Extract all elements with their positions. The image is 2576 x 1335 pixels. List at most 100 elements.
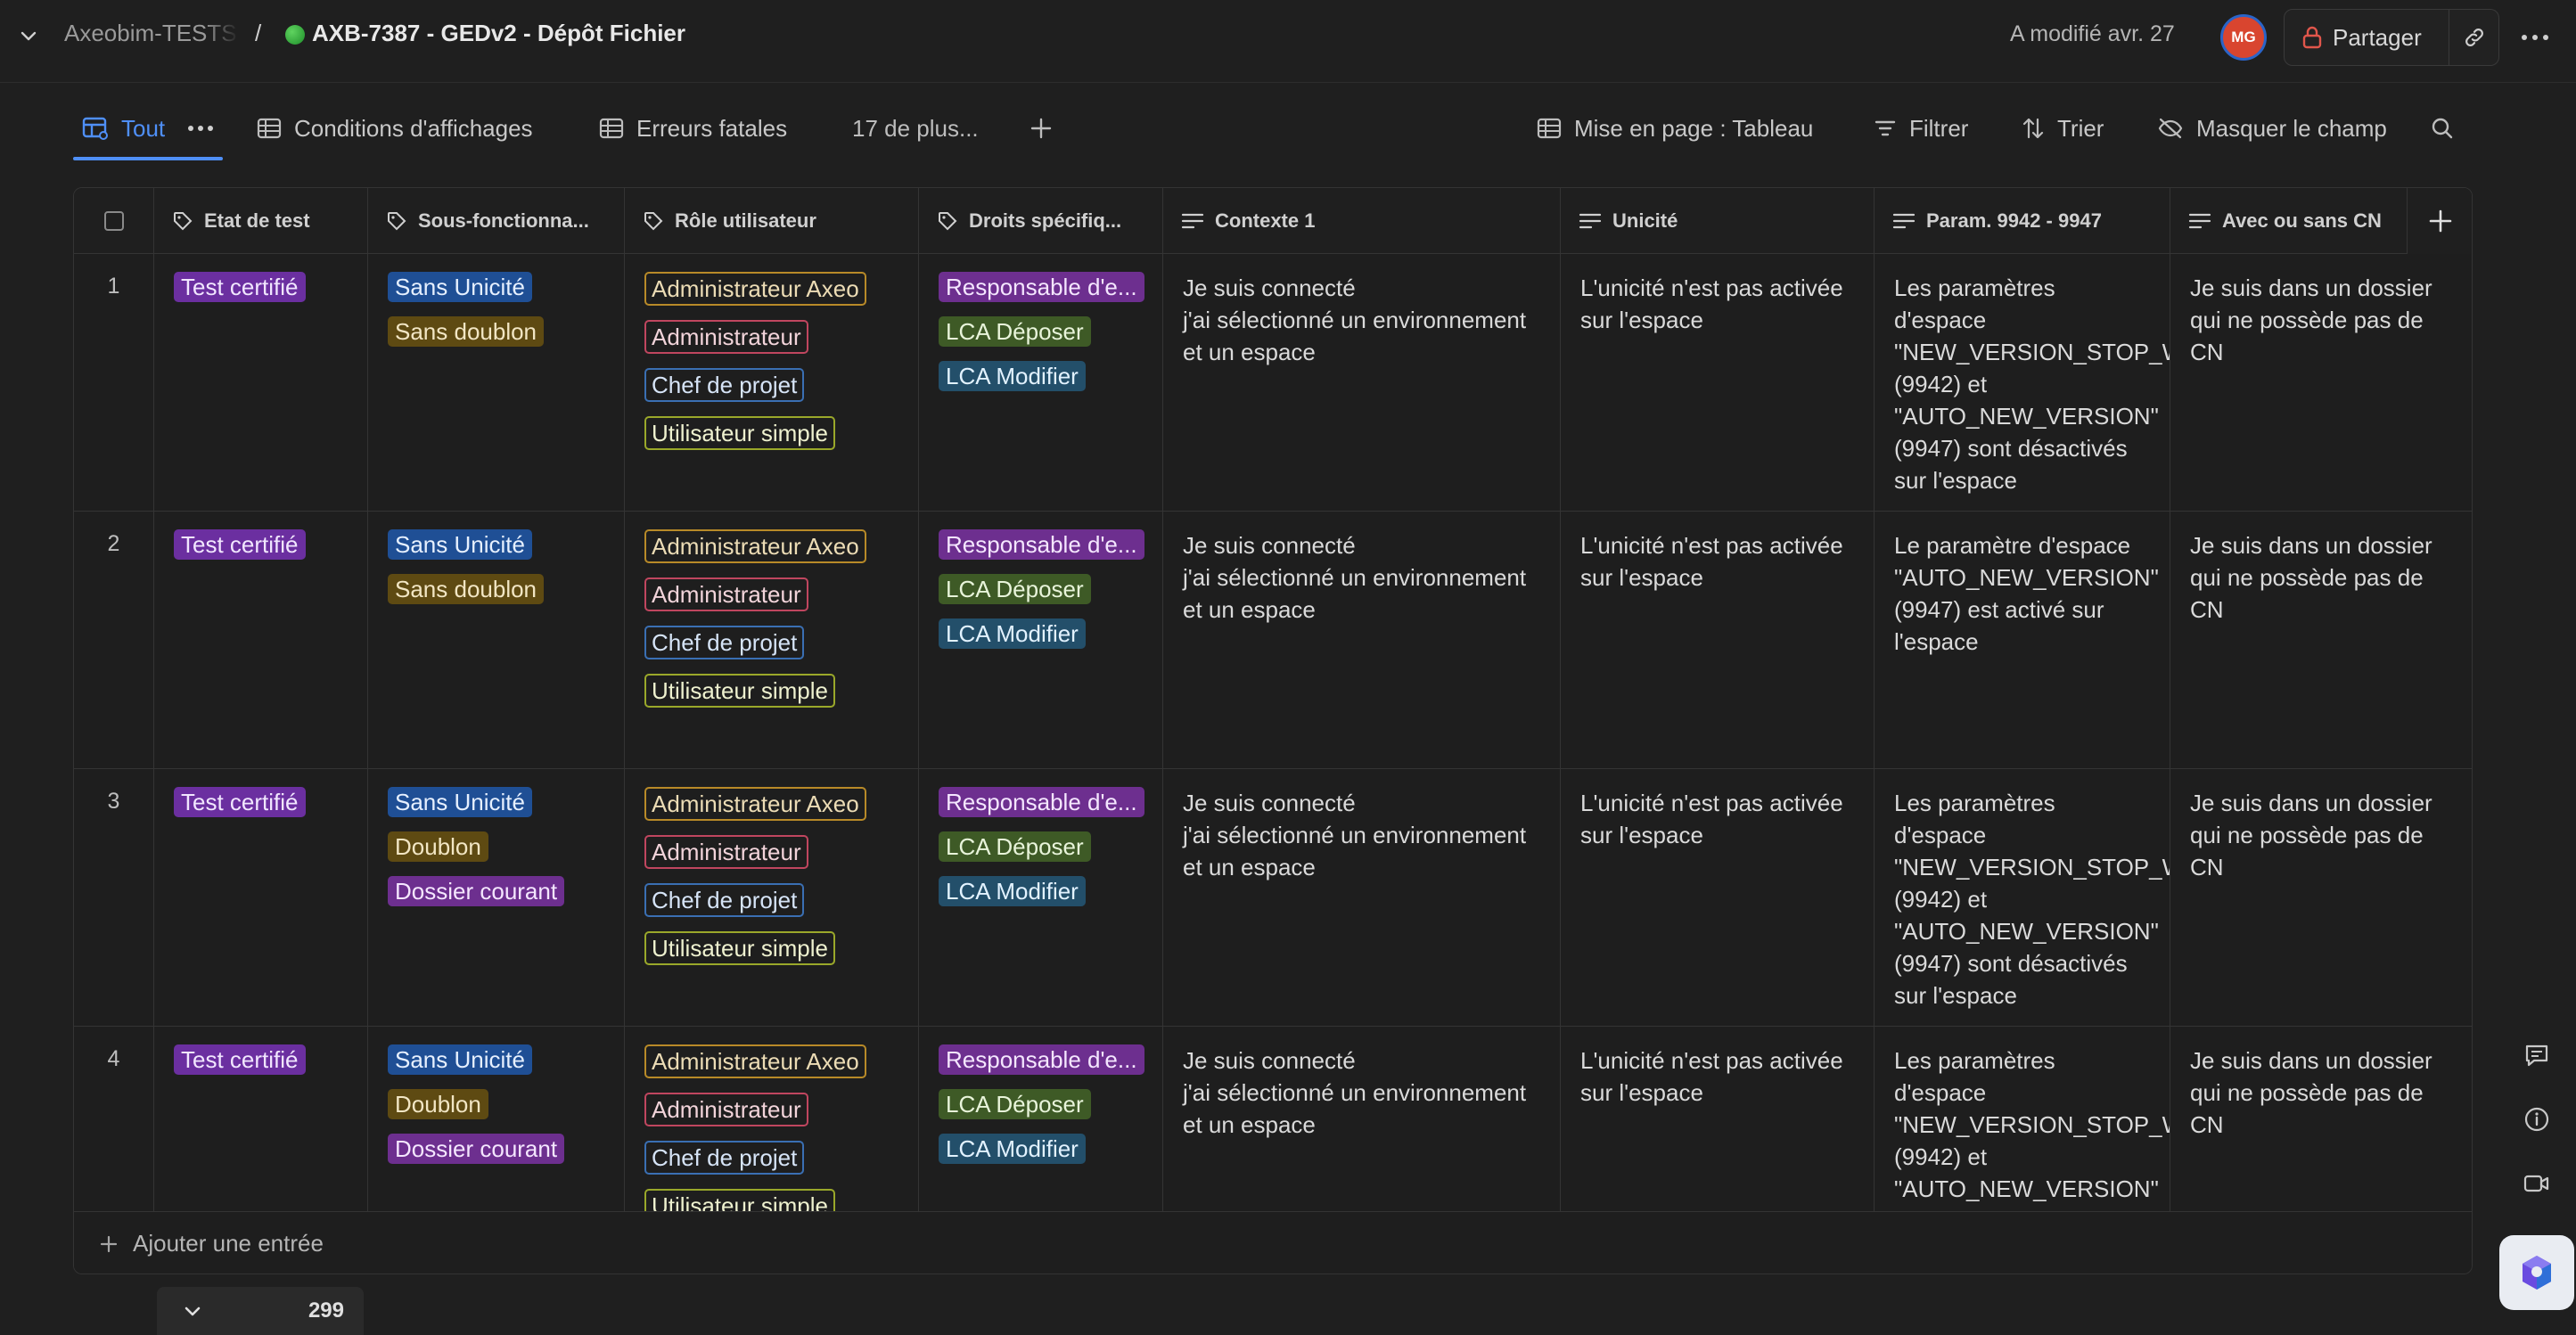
cell-etat[interactable]: Test certifié [154,512,368,768]
cell-param[interactable]: Le paramètre d'espace "AUTO_NEW_VERSION"… [1875,512,2170,768]
tag-chip: Sans Unicité [388,1044,532,1075]
row-number: 3 [74,769,154,1026]
layout-button[interactable]: Mise en page : Tableau [1537,109,1813,148]
column-header-contexte[interactable]: Contexte 1 [1163,188,1561,254]
column-header-param[interactable]: Param. 9942 - 9947 [1875,188,2170,254]
cell-contexte[interactable]: Je suis connecté j'ai sélectionné un env… [1163,769,1561,1026]
column-header-role[interactable]: Rôle utilisateur [625,188,919,254]
table-icon [1537,118,1562,139]
column-header-cn[interactable]: Avec ou sans CN [2170,188,2408,254]
tag-chip: Responsable d'e... [939,787,1144,817]
page-title[interactable]: AXB-7387 - GEDv2 - Dépôt Fichier [312,20,685,47]
cell-role[interactable]: Administrateur Axeo Administrateur Chef de… [625,769,919,1026]
table-row[interactable]: 2 Test certifié Sans Unicité Sans doublon Ad… [74,512,2472,769]
tag-chip: LCA Déposer [939,831,1091,862]
row-number: 1 [74,254,154,511]
add-view-button[interactable] [1029,109,1054,148]
tag-chip: Sans doublon [388,316,545,347]
copy-link-button[interactable] [2449,9,2499,66]
breadcrumb-workspace[interactable]: Axeobim-TESTS [64,20,239,47]
filter-button[interactable]: Filtrer [1874,109,1968,148]
column-header-unicite[interactable]: Unicité [1561,188,1875,254]
tag-chip: Dossier courant [388,876,565,906]
tag-chip: Utilisateur simple [644,931,835,965]
cell-text: Le paramètre d'espace "AUTO_NEW_VERSION"… [1894,532,2159,655]
tab-options-button[interactable] [187,109,214,148]
cell-sous-fonctionnalite[interactable]: Sans Unicité Doublon Dossier courant [368,769,625,1026]
tag-icon [172,210,193,232]
column-header-droits[interactable]: Droits spécifiq... [919,188,1163,254]
cell-text: Les paramètres d'espace "NEW_VERSION_STO… [1894,274,2170,494]
hide-field-button[interactable]: Masquer le champ [2157,109,2387,148]
table-header: Etat de test Sous-fonctionna... Rôle uti… [74,188,2472,254]
status-badge: Test certifié [174,1044,306,1075]
column-header-etat[interactable]: Etat de test [154,188,368,254]
tag-icon [643,210,664,232]
cell-sous-fonctionnalite[interactable]: Sans Unicité Sans doublon [368,512,625,768]
cell-sous-fonctionnalite[interactable]: Sans Unicité Sans doublon [368,254,625,511]
tag-chip: Chef de projet [644,883,805,917]
column-label: Param. 9942 - 9947 [1926,209,2102,232]
chevron-down-icon[interactable] [182,1300,203,1322]
cell-cn[interactable]: Je suis dans un dossier qui ne possède p… [2170,512,2472,768]
cell-etat[interactable]: Test certifié [154,254,368,511]
layout-label: Mise en page : Tableau [1574,114,1814,142]
sort-button[interactable]: Trier [2022,109,2104,148]
cell-contexte[interactable]: Je suis connecté j'ai sélectionné un env… [1163,254,1561,511]
tag-chip: LCA Modifier [939,876,1086,906]
cell-role[interactable]: Administrateur Axeo Administrateur Chef de… [625,254,919,511]
text-lines-icon [1892,211,1916,231]
tab-tout[interactable]: Tout [82,107,165,150]
tag-icon [937,210,958,232]
tab-erreurs-fatales[interactable]: Erreurs fatales [599,107,787,150]
plus-icon [2427,208,2454,234]
cell-droits[interactable]: Responsable d'e... LCA Déposer LCA Modifie… [919,254,1163,511]
add-column-button[interactable] [2408,188,2472,254]
tab-conditions-affichages[interactable]: Conditions d'affichages [257,107,533,150]
video-icon[interactable] [2523,1169,2551,1198]
avatar[interactable]: MG [2220,14,2267,61]
tab-more-views[interactable]: 17 de plus... [852,107,979,150]
share-button[interactable]: Partager [2284,9,2449,66]
cell-text: Les paramètres d'espace "NEW_VERSION_STO… [1894,790,2170,1009]
cell-text: Je suis dans un dossier qui ne possède p… [2190,1047,2432,1138]
select-all-cell [74,188,154,254]
cell-param[interactable]: Les paramètres d'espace "NEW_VERSION_STO… [1875,769,2170,1026]
column-header-sous-fonctionnalite[interactable]: Sous-fonctionna... [368,188,625,254]
cell-cn[interactable]: Je suis dans un dossier qui ne possède p… [2170,254,2472,511]
comment-icon[interactable] [2523,1041,2551,1069]
cell-param[interactable]: Les paramètres d'espace "NEW_VERSION_STO… [1875,254,2170,511]
cell-text: L'unicité n'est pas activée sur l'espace [1580,1047,1843,1106]
assistant-icon[interactable] [2499,1235,2574,1310]
tab-label: Erreurs fatales [636,114,788,142]
cell-unicite[interactable]: L'unicité n'est pas activée sur l'espace [1561,254,1875,511]
chevron-down-icon[interactable] [18,25,39,46]
last-modified[interactable]: A modifié avr. 27 [2010,21,2175,47]
cell-cn[interactable]: Je suis dans un dossier qui ne possède p… [2170,769,2472,1026]
tag-icon [386,210,407,232]
tag-chip: Utilisateur simple [644,416,835,450]
info-icon[interactable] [2523,1105,2551,1134]
column-label: Rôle utilisateur [675,209,816,232]
cell-etat[interactable]: Test certifié [154,769,368,1026]
cell-unicite[interactable]: L'unicité n'est pas activée sur l'espace [1561,769,1875,1026]
cell-unicite[interactable]: L'unicité n'est pas activée sur l'espace [1561,512,1875,768]
cell-contexte[interactable]: Je suis connecté j'ai sélectionné un env… [1163,512,1561,768]
more-horizontal-icon[interactable] [2515,21,2555,53]
tag-chip: LCA Déposer [939,1089,1091,1119]
row-number: 2 [74,512,154,768]
record-count-summary[interactable]: 299 [157,1287,364,1335]
tag-chip: Administrateur [644,1093,808,1126]
tag-chip: Responsable d'e... [939,1044,1144,1075]
cell-droits[interactable]: Responsable d'e... LCA Déposer LCA Modifie… [919,769,1163,1026]
table-row[interactable]: 3 Test certifié Sans Unicité Doublon Dossier… [74,769,2472,1027]
tag-chip: Administrateur Axeo [644,787,866,821]
select-all-checkbox[interactable] [104,211,124,231]
add-entry-button[interactable]: Ajouter une entrée [74,1211,2472,1274]
tag-chip: Administrateur Axeo [644,1044,866,1078]
search-button[interactable] [2430,109,2455,148]
cell-role[interactable]: Administrateur Axeo Administrateur Chef de… [625,512,919,768]
cell-droits[interactable]: Responsable d'e... LCA Déposer LCA Modifie… [919,512,1163,768]
cell-text: Je suis connecté j'ai sélectionné un env… [1183,532,1527,623]
table-row[interactable]: 1 Test certifié Sans Unicité Sans doublon Ad… [74,254,2472,512]
